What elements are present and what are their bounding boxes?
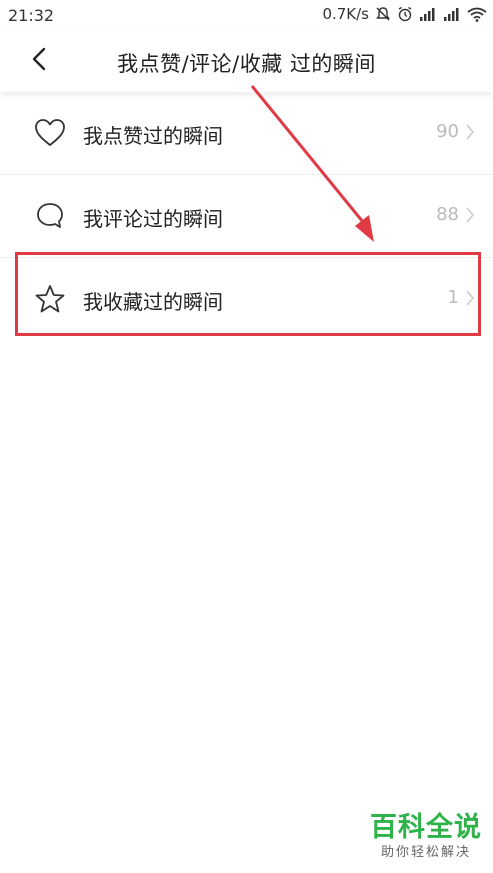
annotation-arrow xyxy=(250,85,374,242)
